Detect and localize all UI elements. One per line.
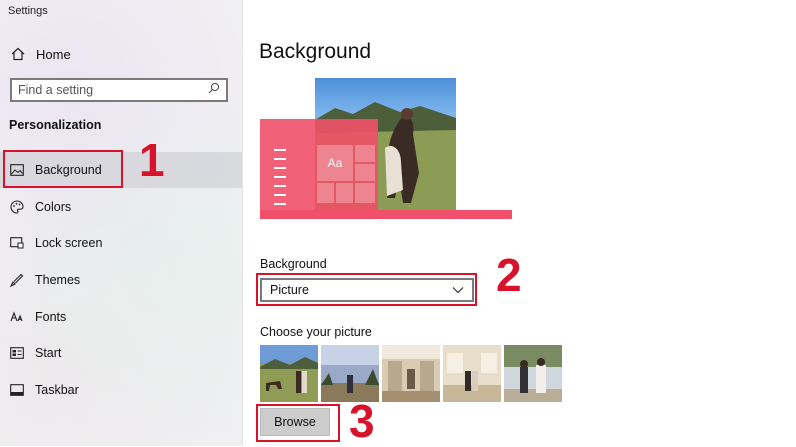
sidebar-item-label: Taskbar [35,383,79,397]
sidebar-item-label: Fonts [35,310,67,324]
brush-icon [9,272,25,288]
annotation-box-2 [256,273,477,306]
taskbar-icon [9,382,25,398]
annotation-number-1: 1 [139,134,165,186]
sidebar-item-start[interactable]: Start [0,335,242,371]
home-icon [10,46,26,62]
sidebar-item-colors[interactable]: Colors [0,189,242,225]
page-title: Background [259,40,372,63]
font-icon [9,309,25,325]
home-button[interactable]: Home [10,44,71,64]
annotation-number-3: 3 [349,395,375,447]
preview-tiles: Aa [317,145,377,207]
sidebar-item-taskbar[interactable]: Taskbar [0,372,242,408]
background-label: Background [260,257,327,271]
palette-icon [9,199,25,215]
preview-tile-aa: Aa [317,145,353,181]
start-icon [9,345,25,361]
home-label: Home [36,46,71,62]
search-input[interactable] [18,83,208,97]
search-box[interactable] [10,78,228,102]
window-title: Settings [8,5,48,17]
preview-taskbar [260,210,512,219]
background-preview: Aa [260,78,512,220]
sidebar-item-label: Lock screen [35,236,103,250]
sidebar-item-label: Themes [35,273,81,287]
sidebar-item-label: Colors [35,200,72,214]
picture-thumbnail-5[interactable] [504,345,562,402]
sidebar-item-themes[interactable]: Themes [0,262,242,298]
picture-thumbnail-2[interactable] [321,345,379,402]
settings-sidebar: Settings Home Personalization Background… [0,0,243,446]
picture-thumbnail-1[interactable] [260,345,318,402]
annotation-box-1 [3,150,123,188]
search-icon[interactable] [208,81,220,99]
choose-picture-label: Choose your picture [260,325,372,339]
annotation-box-3 [256,404,340,442]
picture-thumbnail-3[interactable] [382,345,440,402]
annotation-number-2: 2 [496,249,522,301]
section-title: Personalization [9,118,102,132]
sidebar-item-fonts[interactable]: Fonts [0,299,242,335]
sidebar-item-lock-screen[interactable]: Lock screen [0,225,242,261]
sidebar-item-label: Start [35,346,62,360]
picture-thumbnail-4[interactable] [443,345,501,402]
lock-screen-icon [9,235,25,251]
